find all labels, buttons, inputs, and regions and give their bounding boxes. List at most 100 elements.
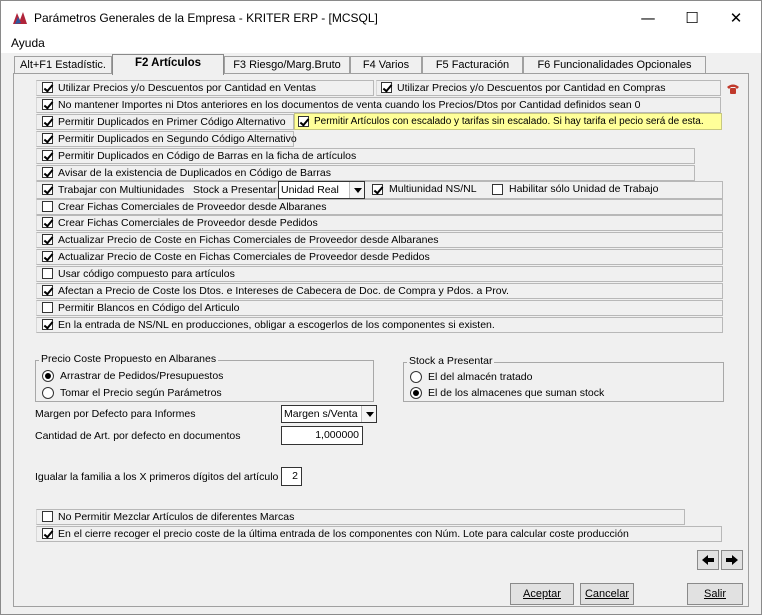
fichas-albaranes-label: Crear Fichas Comerciales de Proveedor de… [58,201,327,213]
multiunidad-nsnl-checkbox[interactable] [372,184,383,195]
row-nsnl-producciones: En la entrada de NS/NL en producciones, … [36,317,723,333]
coste-pedidos-checkbox[interactable] [42,251,53,262]
solo-unidad-trabajo-checkbox[interactable] [492,184,503,195]
row-precios-ventas: Utilizar Precios y/o Descuentos por Cant… [36,80,374,96]
row-avisar-barras: Avisar de la existencia de Duplicados en… [36,165,695,181]
multiunidad-nsnl-label: Multiunidad NS/NL [389,183,477,195]
row-coste-pedidos: Actualizar Precio de Coste en Fichas Com… [36,249,723,265]
coste-albaranes-label: Actualizar Precio de Coste en Fichas Com… [58,234,439,246]
avisar-barras-label: Avisar de la existencia de Duplicados en… [58,167,331,179]
afectan-precio-label: Afectan a Precio de Coste los Dtos. e In… [58,285,509,297]
multiunidades-label: Trabajar con Multiunidades [58,184,185,196]
margen-value: Margen s/Venta [284,408,358,420]
coste-pedidos-label: Actualizar Precio de Coste en Fichas Com… [58,251,430,263]
margen-select[interactable]: Margen s/Venta [281,405,377,423]
cantidad-input[interactable]: 1,000000 [281,426,363,445]
help-phone-icon[interactable] [726,83,740,95]
aceptar-label: Aceptar [523,588,561,600]
no-mantener-checkbox[interactable] [42,99,53,110]
row-no-mezclar: No Permitir Mezclar Artículos de diferen… [36,509,685,525]
row-dup-primer: Permitir Duplicados en Primer Código Alt… [36,114,294,130]
tab-riesgo[interactable]: F3 Riesgo/Marg.Bruto [224,56,350,74]
stock-presentar-value: Unidad Real [281,184,339,196]
arrow-left-icon [702,555,714,565]
row-blancos: Permitir Blancos en Código del Articulo [36,300,723,316]
minimize-button[interactable]: — [625,1,671,34]
salir-button[interactable]: Salir [687,583,743,605]
coste-albaranes-checkbox[interactable] [42,234,53,245]
fichas-pedidos-checkbox[interactable] [42,217,53,228]
dup-segundo-checkbox[interactable] [42,133,53,144]
nsnl-producciones-label: En la entrada de NS/NL en producciones, … [58,319,495,331]
kriter-app-icon [12,11,28,25]
cancelar-button[interactable]: Cancelar [580,583,634,605]
close-button[interactable]: ✕ [713,1,759,34]
arrastrar-pedidos-label: Arrastrar de Pedidos/Presupuestos [60,370,224,382]
blancos-checkbox[interactable] [42,302,53,313]
precios-compras-label: Utilizar Precios y/o Descuentos por Cant… [397,82,666,94]
no-mantener-label: No mantener Importes ni Dtos anteriores … [58,99,641,111]
familia-input[interactable]: 2 [281,467,302,486]
precios-ventas-checkbox[interactable] [42,82,53,93]
dup-barras-checkbox[interactable] [42,150,53,161]
tab-varios[interactable]: F4 Varios [350,56,422,74]
tab-articulos[interactable]: F2 Artículos [112,54,224,75]
row-fichas-pedidos: Crear Fichas Comerciales de Proveedor de… [36,215,723,231]
codigo-compuesto-label: Usar código compuesto para artículos [58,268,235,280]
prev-button[interactable] [697,550,719,570]
avisar-barras-checkbox[interactable] [42,167,53,178]
menu-ayuda[interactable]: Ayuda [11,36,45,50]
dup-primer-label: Permitir Duplicados en Primer Código Alt… [58,116,286,128]
cantidad-label: Cantidad de Art. por defecto en document… [35,430,241,442]
arrow-right-icon [726,555,738,565]
row-precios-compras: Utilizar Precios y/o Descuentos por Cant… [376,80,721,96]
salir-label: Salir [703,588,726,600]
familia-label: Igualar la familia a los X primeros dígi… [35,471,279,483]
codigo-compuesto-checkbox[interactable] [42,268,53,279]
margen-label: Margen por Defecto para Informes [35,408,196,420]
tab-estadisticas[interactable]: Alt+F1 Estadístic. [14,56,112,74]
chevron-down-icon[interactable] [361,406,376,422]
blancos-label: Permitir Blancos en Código del Articulo [58,302,240,314]
no-mezclar-checkbox[interactable] [42,511,53,522]
row-cierre: En el cierre recoger el precio coste de … [36,526,722,542]
maximize-button[interactable]: ☐ [669,1,715,34]
almacen-tratado-radio[interactable] [410,371,422,383]
row-coste-albaranes: Actualizar Precio de Coste en Fichas Com… [36,232,723,248]
tab-funcionalidades[interactable]: F6 Funcionalidades Opcionales [523,56,706,74]
chevron-down-icon[interactable] [349,182,364,198]
tab-facturacion[interactable]: F5 Facturación [422,56,523,74]
precios-ventas-label: Utilizar Precios y/o Descuentos por Cant… [58,82,316,94]
dup-segundo-label: Permitir Duplicados en Segundo Código Al… [58,133,297,145]
precios-compras-checkbox[interactable] [381,82,392,93]
stock-presentar-inline-label: Stock a Presentar [193,184,277,196]
arrastrar-pedidos-radio[interactable] [42,370,54,382]
row-escalado: Permitir Artículos con escalado y tarifa… [294,113,722,130]
row-afectan-precio: Afectan a Precio de Coste los Dtos. e In… [36,283,723,299]
tomar-precio-label: Tomar el Precio según Parámetros [60,387,222,399]
precio-coste-legend: Precio Coste Propuesto en Albaranes [39,353,219,365]
title-bar: Parámetros Generales de la Empresa - KRI… [1,1,761,34]
escalado-checkbox[interactable] [298,116,309,127]
dup-primer-checkbox[interactable] [42,116,53,127]
row-dup-barras: Permitir Duplicados en Código de Barras … [36,148,695,164]
aceptar-button[interactable]: Aceptar [510,583,574,605]
stock-presentar-select[interactable]: Unidad Real [278,181,365,199]
next-button[interactable] [721,550,743,570]
stock-presentar-legend: Stock a Presentar [407,355,495,367]
cierre-label: En el cierre recoger el precio coste de … [58,528,629,540]
fichas-albaranes-checkbox[interactable] [42,201,53,212]
dup-barras-label: Permitir Duplicados en Código de Barras … [58,150,357,162]
solo-unidad-trabajo-label: Habilitar sólo Unidad de Trabajo [509,183,659,195]
almacenes-suman-radio[interactable] [410,387,422,399]
cancelar-label: Cancelar [584,588,630,600]
row-dup-segundo: Permitir Duplicados en Segundo Código Al… [36,131,297,147]
multiunidades-checkbox[interactable] [42,184,53,195]
almacen-tratado-label: El del almacén tratado [428,371,533,383]
row-no-mantener: No mantener Importes ni Dtos anteriores … [36,97,721,113]
row-codigo-compuesto: Usar código compuesto para artículos [36,266,723,282]
afectan-precio-checkbox[interactable] [42,285,53,296]
tomar-precio-radio[interactable] [42,387,54,399]
cierre-checkbox[interactable] [42,528,53,539]
nsnl-producciones-checkbox[interactable] [42,319,53,330]
